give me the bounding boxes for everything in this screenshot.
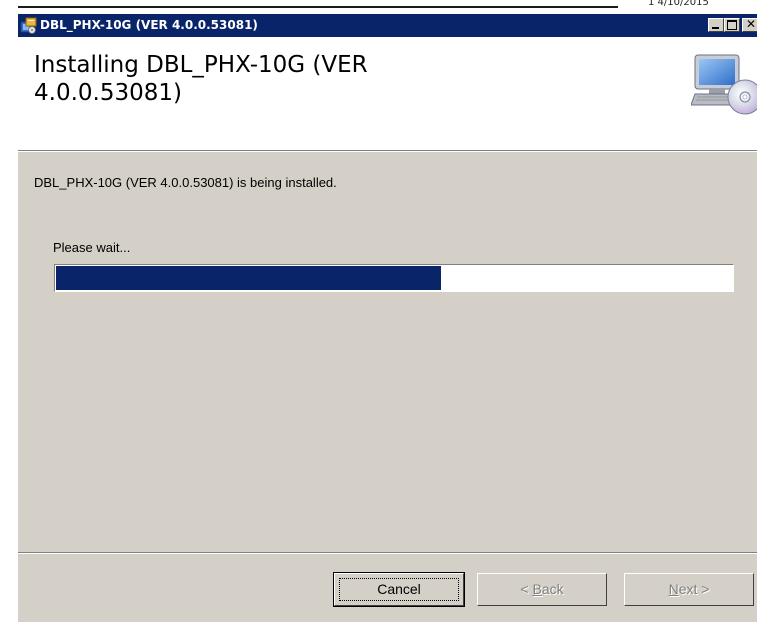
- installer-window: DBL_PHX-10G (VER 4.0.0.53081) ✕ Installi…: [18, 14, 757, 622]
- next-rest: ext >: [678, 581, 710, 597]
- back-button[interactable]: < Back: [477, 573, 607, 606]
- banner-title: Installing DBL_PHX-10G (VER 4.0.0.53081): [34, 52, 368, 106]
- desktop-corner-text: 1 4/10/2015: [648, 0, 709, 8]
- maximize-button[interactable]: [724, 18, 740, 32]
- computer-cd-icon: [691, 54, 757, 115]
- close-button[interactable]: ✕: [742, 17, 757, 32]
- desktop-background: 1 4/10/2015: [0, 0, 757, 14]
- minimize-button[interactable]: [708, 18, 724, 32]
- title-bar[interactable]: DBL_PHX-10G (VER 4.0.0.53081) ✕: [18, 14, 757, 37]
- next-mnemonic: N: [668, 581, 679, 597]
- header-banner: Installing DBL_PHX-10G (VER 4.0.0.53081): [18, 37, 757, 151]
- wait-label: Please wait...: [53, 240, 131, 255]
- back-prefix: <: [520, 581, 533, 597]
- install-progress-bar: [54, 264, 734, 292]
- status-text: DBL_PHX-10G (VER 4.0.0.53081) is being i…: [34, 175, 337, 190]
- back-rest: ack: [541, 581, 564, 597]
- back-mnemonic: B: [532, 581, 542, 597]
- progress-fill: [56, 266, 441, 290]
- desktop-line: [18, 6, 618, 8]
- focus-rectangle: [339, 578, 459, 601]
- screen: 1 4/10/2015 DBL_PHX-10G (VER 4.0.0.53081…: [0, 0, 757, 622]
- next-button[interactable]: Next >: [624, 573, 754, 606]
- window-title: DBL_PHX-10G (VER 4.0.0.53081): [40, 18, 258, 32]
- footer-separator: [18, 552, 757, 554]
- installer-icon: [20, 17, 37, 34]
- cancel-button[interactable]: Cancel: [333, 572, 465, 607]
- close-icon: ✕: [746, 17, 757, 31]
